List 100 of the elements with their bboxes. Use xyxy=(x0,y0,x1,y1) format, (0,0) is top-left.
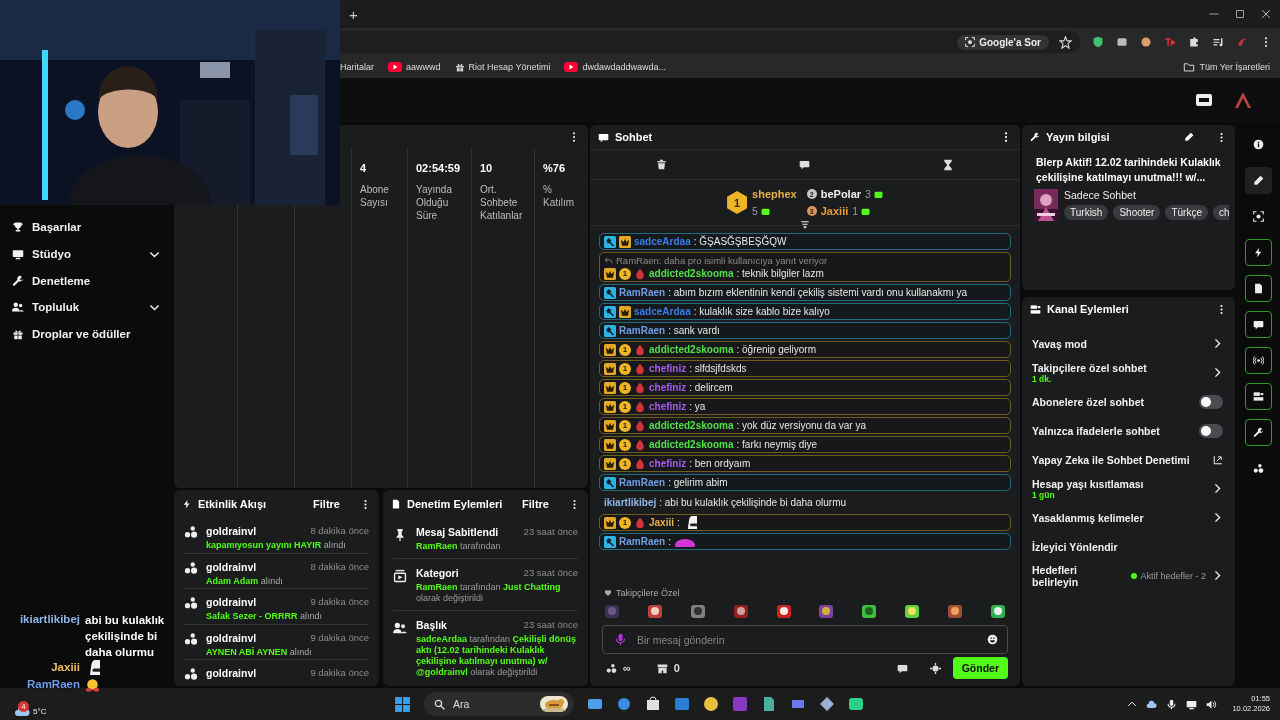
start-icon[interactable] xyxy=(394,695,411,713)
emote-icon[interactable] xyxy=(861,603,878,619)
app-icon[interactable] xyxy=(761,696,777,712)
points-icon xyxy=(184,631,198,646)
setting-link[interactable]: Yapay Zeka ile Sohbet Denetimi xyxy=(1032,445,1223,474)
all-bookmarks-link[interactable]: Tüm Yer İşaretleri xyxy=(1183,61,1270,73)
app-icon[interactable] xyxy=(819,696,835,712)
message-text: : ben ordyaım xyxy=(689,458,751,469)
emote-icon[interactable] xyxy=(904,603,921,619)
app-icon[interactable] xyxy=(587,696,603,712)
emoji-icon[interactable] xyxy=(987,634,998,645)
username: chefiniz xyxy=(649,401,687,412)
toggle-switch[interactable] xyxy=(1199,394,1223,409)
setting-link[interactable]: Hedefleri belirleyin Aktif hedefler - 2 xyxy=(1032,561,1223,590)
hourglass-icon[interactable] xyxy=(942,158,954,171)
action-description: sadceArdaa tarafından Çekilişli dönüş aktı (12.02 tarihindeki Kulaklık çekilişine katılmayı unutma) w/ @goldrainvl olarak değiştirildi xyxy=(416,634,578,678)
broadcast-icon xyxy=(1253,355,1264,366)
emote-icon[interactable] xyxy=(732,603,749,619)
toggle-switch[interactable] xyxy=(1199,423,1223,438)
extension-icon[interactable] xyxy=(1140,36,1152,48)
subscriber-badge: 1 xyxy=(619,267,631,280)
app-icon[interactable] xyxy=(645,696,661,712)
extension-icon[interactable] xyxy=(1212,36,1224,48)
sidebar-item[interactable]: Denetleme xyxy=(12,267,160,295)
chat-icon xyxy=(598,131,609,143)
new-tab-button[interactable]: + xyxy=(345,5,362,23)
send-button[interactable]: Gönder xyxy=(952,657,1008,679)
chat-icon[interactable] xyxy=(799,159,810,170)
reply-icon xyxy=(604,256,613,265)
monitor-icon[interactable] xyxy=(1186,698,1198,710)
setting-link[interactable]: Takipçilere özel sohbet 1 dk. xyxy=(1032,358,1223,387)
bolt-button[interactable] xyxy=(1245,239,1272,266)
username: chefiniz xyxy=(649,458,687,469)
broadcast-button[interactable] xyxy=(1245,347,1272,374)
ask-google-button[interactable]: Google'a Sor xyxy=(957,34,1049,50)
emote-icon[interactable] xyxy=(646,603,663,619)
chevron-up-icon[interactable] xyxy=(1127,699,1138,709)
subscriber-badge: 1 xyxy=(619,516,631,529)
setting-link[interactable]: İzleyici Yönlendir xyxy=(1032,532,1223,561)
app-icon[interactable] xyxy=(848,696,864,712)
extension-icon[interactable] xyxy=(1116,36,1128,48)
subscriber-badge: 1 xyxy=(619,400,631,413)
speaker-icon[interactable] xyxy=(1206,698,1218,710)
screen-badge-icon[interactable] xyxy=(1196,94,1212,106)
sidebar-item[interactable]: Topluluk xyxy=(12,294,160,321)
emote-icon[interactable] xyxy=(989,603,1006,619)
bookmark-link[interactable]: Haritalar xyxy=(340,62,374,72)
trash-icon[interactable] xyxy=(656,159,667,170)
extension-icon[interactable] xyxy=(1188,36,1200,48)
event-user: goldrainvl xyxy=(206,560,257,573)
settings-icon[interactable] xyxy=(929,662,941,674)
subscriber-badge: 1 xyxy=(619,419,631,432)
sidebar-item[interactable]: Başarılar xyxy=(12,214,160,241)
filter-button[interactable]: Filtre xyxy=(313,498,340,510)
message-text: : teknik bilgiler lazm xyxy=(736,268,824,279)
collapse-icon[interactable] xyxy=(800,220,810,230)
message-text: : xyxy=(668,536,671,547)
search-field[interactable]: Ara xyxy=(424,692,574,716)
message-input[interactable]: Bir mesaj gönderin xyxy=(602,625,1008,654)
bookmark-link[interactable]: aawwwd xyxy=(388,62,441,72)
microphone-icon[interactable] xyxy=(1166,698,1178,710)
document-button[interactable] xyxy=(1245,275,1272,302)
setting-link[interactable]: Hesap yaşı kısıtlaması 1 gün xyxy=(1032,474,1223,503)
action-time: 23 saat önce xyxy=(523,619,578,631)
emote-icon[interactable] xyxy=(947,603,963,619)
filter-button[interactable]: Filtre xyxy=(522,498,549,510)
category-tag[interactable]: Shooter xyxy=(1113,205,1161,220)
setting-link[interactable]: Yasaklanmış kelimeler xyxy=(1032,503,1223,532)
logo-icon[interactable] xyxy=(1234,91,1252,109)
shop-icon[interactable] xyxy=(656,662,668,674)
sidebar-item[interactable]: Droplar ve ödüller xyxy=(12,320,160,348)
address-bar[interactable]: Google'a Sor xyxy=(340,31,1080,53)
category-tag[interactable]: ch xyxy=(1213,205,1229,220)
emote-icon[interactable] xyxy=(818,603,835,619)
emote-icon[interactable] xyxy=(775,603,792,619)
stat-value: 4 xyxy=(360,162,368,174)
app-icon[interactable] xyxy=(703,696,719,712)
stat-value: %76 xyxy=(543,162,567,174)
stat-value: 02:54:59 xyxy=(416,162,462,174)
bookmark-link[interactable]: dwdawdaddwawda... xyxy=(564,62,666,72)
category-tag[interactable]: Turkish xyxy=(1064,205,1109,220)
close-icon[interactable] xyxy=(1260,8,1272,20)
sidebar-item[interactable]: Stüdyo xyxy=(12,240,160,268)
event-description: Safak Sezer - ORRRR alındı xyxy=(206,611,324,621)
wrench-button[interactable] xyxy=(1245,419,1272,446)
edit-icon[interactable] xyxy=(1184,132,1194,142)
edit-button[interactable] xyxy=(1245,167,1272,194)
maximize-icon[interactable] xyxy=(1234,8,1246,20)
bookmark-link[interactable]: Riot Hesap Yönetimi xyxy=(454,62,551,72)
stat-value: 10 xyxy=(480,162,494,174)
chat-button[interactable] xyxy=(1245,311,1272,338)
category-tag[interactable]: Türkçe xyxy=(1165,205,1208,220)
cloud-icon[interactable] xyxy=(1146,698,1158,710)
channel-button[interactable] xyxy=(1245,383,1272,410)
bookmark-star-icon[interactable] xyxy=(1059,35,1072,49)
panel-title: Etkinlik Akışı xyxy=(198,498,267,510)
bolt-icon xyxy=(1253,247,1264,258)
chat-icon[interactable] xyxy=(896,662,908,674)
extension-icon[interactable] xyxy=(1092,36,1104,48)
setting-link[interactable]: Yavaş mod xyxy=(1032,329,1223,358)
